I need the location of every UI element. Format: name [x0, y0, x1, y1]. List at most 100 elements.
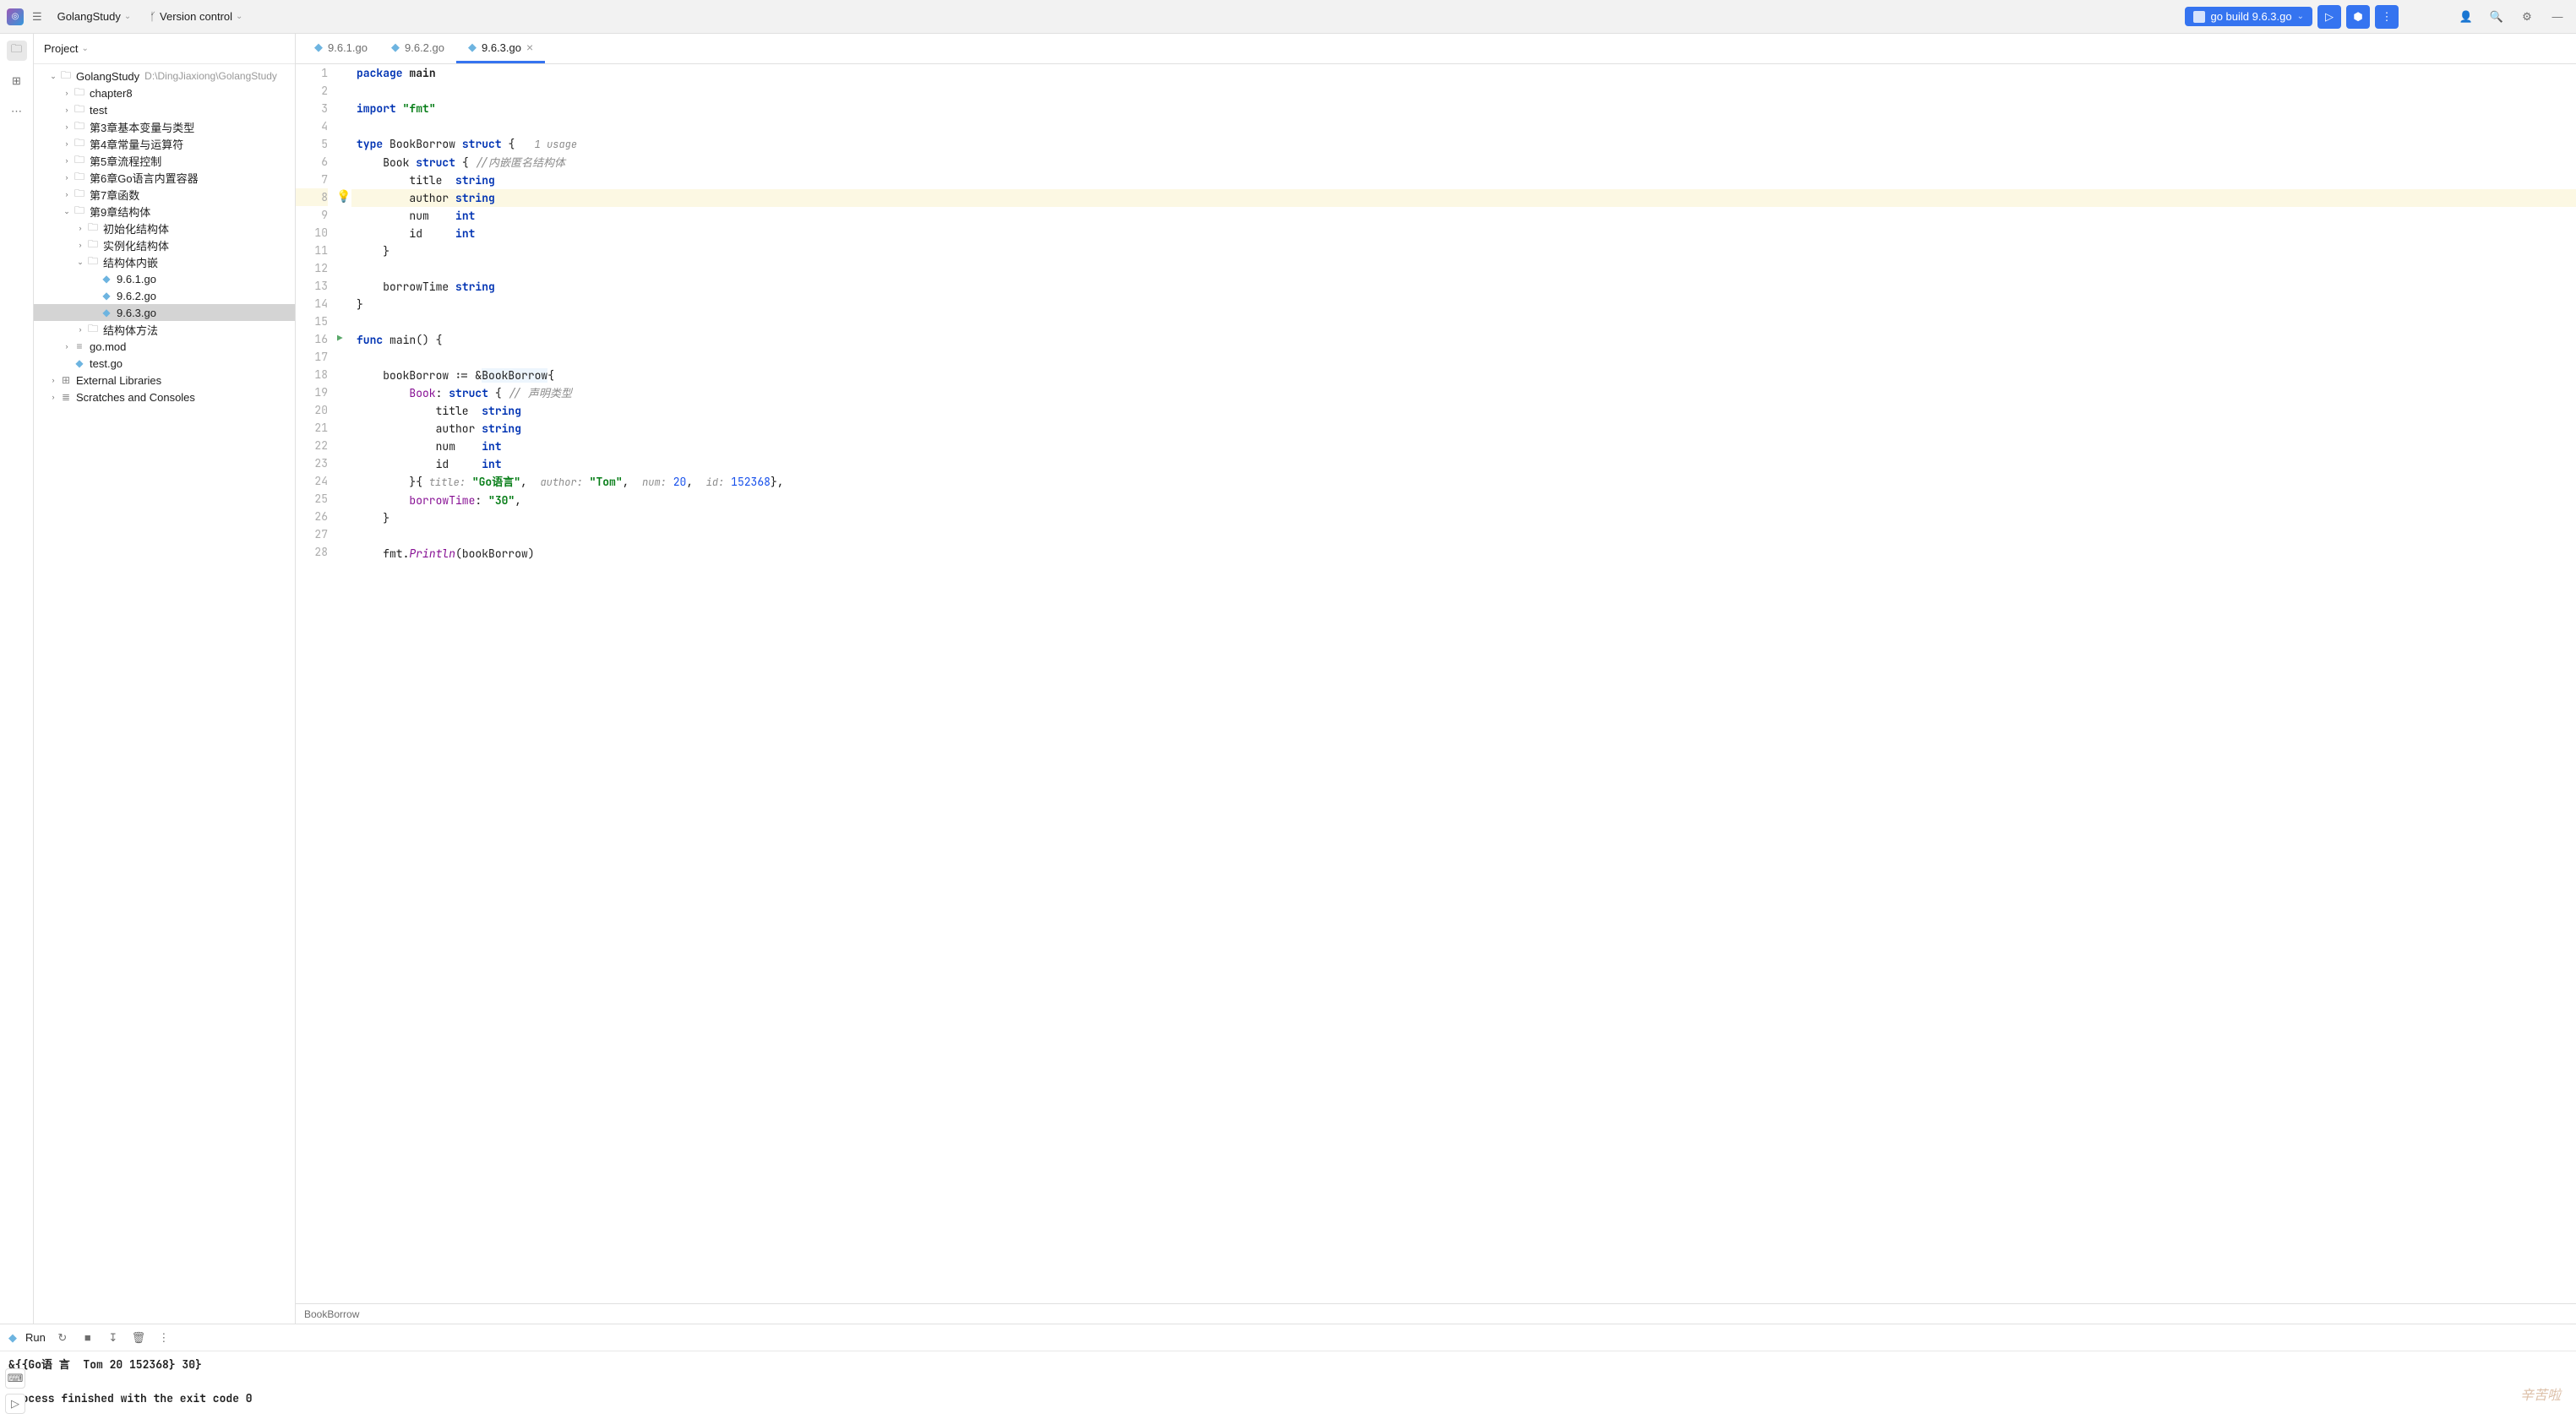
- tree-arrow-icon[interactable]: ›: [61, 173, 73, 182]
- stop-button[interactable]: ■: [79, 1329, 96, 1346]
- tree-row[interactable]: ›🗀第5章流程控制: [34, 152, 295, 169]
- project-panel-header[interactable]: Project ⌄: [34, 34, 295, 64]
- debug-button[interactable]: ⬢: [2346, 5, 2370, 29]
- intention-bulb-icon[interactable]: 💡: [336, 188, 351, 206]
- code-line[interactable]: [351, 117, 2576, 135]
- breadcrumb-bar[interactable]: BookBorrow: [296, 1303, 2576, 1324]
- tree-row[interactable]: ›🗀chapter8: [34, 84, 295, 101]
- tree-arrow-icon[interactable]: ›: [74, 325, 86, 334]
- tree-row[interactable]: ›🗀第7章函数: [34, 186, 295, 203]
- code-line[interactable]: num int: [351, 207, 2576, 225]
- tree-row[interactable]: ›🗀实例化结构体: [34, 236, 295, 253]
- code-line[interactable]: }{ title: "Go语言", author: "Tom", num: 20…: [351, 473, 2576, 492]
- code-line[interactable]: type BookBorrow struct { 1 usage: [351, 135, 2576, 154]
- tree-row[interactable]: ›≣Scratches and Consoles: [34, 389, 295, 405]
- code-line[interactable]: func main() {: [351, 331, 2576, 349]
- console-output[interactable]: &{{Go语 言 Tom 20 152368} 30} Process fini…: [0, 1351, 2576, 1419]
- code-line[interactable]: package main: [351, 64, 2576, 82]
- run-gutter-icon[interactable]: ▶: [337, 330, 343, 348]
- more-tools-icon[interactable]: ⋯: [7, 101, 27, 122]
- tree-row[interactable]: ›⊞External Libraries: [34, 372, 295, 389]
- tree-arrow-icon[interactable]: ›: [61, 122, 73, 131]
- tree-arrow-icon[interactable]: ›: [47, 376, 59, 384]
- tree-row[interactable]: ⌄🗀第9章结构体: [34, 203, 295, 220]
- editor-tab[interactable]: ◆9.6.3.go×: [456, 34, 545, 63]
- tree-row[interactable]: ›🗀test: [34, 101, 295, 118]
- project-tool-icon[interactable]: 🗀: [7, 41, 27, 61]
- tree-row[interactable]: ›≡go.mod: [34, 338, 295, 355]
- code-line[interactable]: }: [351, 509, 2576, 527]
- code-line[interactable]: id int: [351, 225, 2576, 242]
- line-number: 19: [296, 383, 328, 401]
- account-icon[interactable]: 👤: [2454, 5, 2478, 29]
- code-line[interactable]: bookBorrow := &BookBorrow{: [351, 367, 2576, 384]
- tree-row[interactable]: ⌄🗀结构体内嵌: [34, 253, 295, 270]
- code-line[interactable]: title string: [351, 402, 2576, 420]
- tree-arrow-icon[interactable]: ⌄: [47, 72, 59, 81]
- tree-arrow-icon[interactable]: ›: [47, 393, 59, 401]
- search-icon[interactable]: 🔍: [2485, 5, 2508, 29]
- code-line[interactable]: id int: [351, 455, 2576, 473]
- main-menu-icon[interactable]: ☰: [29, 7, 46, 27]
- tree-arrow-icon[interactable]: ›: [74, 241, 86, 249]
- run-button[interactable]: ▷: [2317, 5, 2341, 29]
- tree-arrow-icon[interactable]: ⌄: [61, 207, 73, 216]
- vcs-dropdown[interactable]: ᚶ Version control ⌄: [143, 7, 249, 26]
- code-line[interactable]: author string: [351, 420, 2576, 438]
- run-config-selector[interactable]: go build 9.6.3.go ⌄: [2185, 7, 2312, 26]
- code-line[interactable]: borrowTime string: [351, 278, 2576, 296]
- tree-row[interactable]: ›🗀第4章常量与运算符: [34, 135, 295, 152]
- tree-arrow-icon[interactable]: ›: [61, 106, 73, 114]
- rerun-button[interactable]: ↻: [54, 1329, 71, 1346]
- code-line[interactable]: author string: [351, 189, 2576, 207]
- run-tool-icon[interactable]: ▷: [5, 1394, 25, 1414]
- code-line[interactable]: [351, 313, 2576, 331]
- code-line[interactable]: [351, 260, 2576, 278]
- tree-arrow-icon[interactable]: ›: [61, 139, 73, 148]
- tree-row[interactable]: ◆9.6.2.go: [34, 287, 295, 304]
- tree-row[interactable]: ›🗀结构体方法: [34, 321, 295, 338]
- minimize-icon[interactable]: —: [2546, 5, 2569, 29]
- settings-icon[interactable]: ⚙: [2515, 5, 2539, 29]
- code-lines[interactable]: package main import "fmt" type BookBorro…: [351, 64, 2576, 1303]
- terminal-tool-icon[interactable]: ⌨: [5, 1368, 25, 1389]
- tree-row[interactable]: ›🗀第6章Go语言内置容器: [34, 169, 295, 186]
- tree-row[interactable]: ›🗀第3章基本变量与类型: [34, 118, 295, 135]
- tree-arrow-icon[interactable]: ›: [61, 156, 73, 165]
- code-line[interactable]: [351, 349, 2576, 367]
- code-line[interactable]: import "fmt": [351, 100, 2576, 117]
- code-line[interactable]: }: [351, 296, 2576, 313]
- more-actions-button[interactable]: ⋮: [2375, 5, 2399, 29]
- code-line[interactable]: Book struct { //内嵌匿名结构体: [351, 154, 2576, 171]
- project-tree[interactable]: ⌄🗀GolangStudyD:\DingJiaxiong\GolangStudy…: [34, 64, 295, 1324]
- tree-row[interactable]: ◆test.go: [34, 355, 295, 372]
- more-button[interactable]: ⋮: [155, 1329, 172, 1346]
- code-line[interactable]: borrowTime: "30",: [351, 492, 2576, 509]
- code-line[interactable]: title string: [351, 171, 2576, 189]
- code-line[interactable]: }: [351, 242, 2576, 260]
- tree-label: 第5章流程控制: [90, 153, 161, 169]
- tree-arrow-icon[interactable]: ⌄: [74, 258, 86, 267]
- down-button[interactable]: ↧: [105, 1329, 122, 1346]
- code-line[interactable]: [351, 527, 2576, 545]
- code-editor[interactable]: 1234567891011121314151617181920212223242…: [296, 64, 2576, 1303]
- tree-row[interactable]: ⌄🗀GolangStudyD:\DingJiaxiong\GolangStudy: [34, 68, 295, 84]
- tree-arrow-icon[interactable]: ›: [74, 224, 86, 232]
- tree-arrow-icon[interactable]: ›: [61, 190, 73, 198]
- code-line[interactable]: Book: struct { // 声明类型: [351, 384, 2576, 402]
- tree-row[interactable]: ◆9.6.1.go: [34, 270, 295, 287]
- tree-arrow-icon[interactable]: ›: [61, 89, 73, 97]
- project-dropdown[interactable]: GolangStudy ⌄: [51, 7, 139, 26]
- close-icon[interactable]: ×: [526, 41, 533, 54]
- structure-tool-icon[interactable]: ⊞: [7, 71, 27, 91]
- tree-arrow-icon[interactable]: ›: [61, 342, 73, 351]
- trash-button[interactable]: 🗑: [130, 1329, 147, 1346]
- editor-tab[interactable]: ◆9.6.2.go: [379, 34, 456, 63]
- run-title[interactable]: Run: [25, 1331, 46, 1344]
- code-line[interactable]: [351, 82, 2576, 100]
- code-line[interactable]: fmt.Println(bookBorrow): [351, 545, 2576, 563]
- tree-row[interactable]: ›🗀初始化结构体: [34, 220, 295, 236]
- code-line[interactable]: num int: [351, 438, 2576, 455]
- editor-tab[interactable]: ◆9.6.1.go: [302, 34, 379, 63]
- tree-row[interactable]: ◆9.6.3.go: [34, 304, 295, 321]
